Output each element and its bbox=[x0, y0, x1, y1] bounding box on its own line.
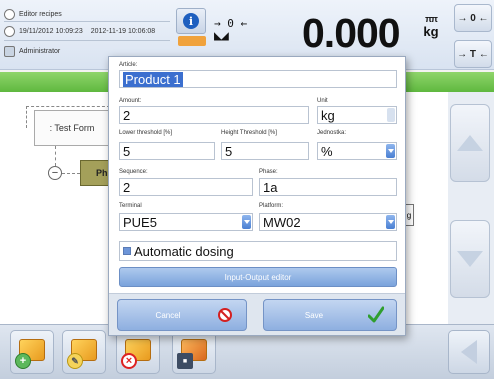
height-threshold-input[interactable]: 5 bbox=[221, 142, 309, 160]
input-output-editor-button[interactable]: Input-Output editor bbox=[119, 267, 397, 287]
weight-value: 0.000 bbox=[302, 10, 401, 56]
unit-value: kg bbox=[321, 107, 335, 123]
sequence-input[interactable]: 2 bbox=[119, 178, 253, 196]
status-tab bbox=[178, 36, 206, 46]
save-item-button[interactable]: ■ bbox=[172, 330, 216, 374]
recipes-row: Editor recipes bbox=[4, 6, 172, 22]
save-label: Save bbox=[304, 310, 324, 320]
chevron-down-icon bbox=[386, 144, 395, 158]
platform-select[interactable]: MW02 bbox=[259, 213, 397, 231]
tree-connector bbox=[62, 173, 80, 174]
lower-threshold-label: Lower threshold [%] bbox=[119, 130, 173, 136]
tree-root-node[interactable]: : Test Form bbox=[34, 110, 110, 146]
back-button[interactable] bbox=[448, 330, 490, 374]
sequence-label: Sequence: bbox=[119, 169, 148, 175]
stable-icon: → 0 ← ◣◢ bbox=[214, 18, 254, 46]
date-end: 2012-11-19 10:06:08 bbox=[90, 27, 156, 35]
automatic-dosing-checkbox[interactable]: Automatic dosing bbox=[119, 241, 397, 261]
amount-label: Amount: bbox=[119, 98, 142, 104]
add-item-button[interactable]: + bbox=[10, 330, 54, 374]
jednostka-label: Jednostka: bbox=[317, 130, 347, 136]
stable-marker: ◣◢ bbox=[214, 28, 229, 44]
chevron-down-icon bbox=[242, 215, 251, 229]
unit-display: ππ kg bbox=[420, 14, 442, 44]
terminal-value: PUE5 bbox=[123, 214, 157, 230]
amount-input[interactable]: 2 bbox=[119, 106, 309, 124]
unit-input[interactable]: kg bbox=[317, 106, 397, 124]
arrow-down-icon bbox=[457, 251, 483, 267]
tree-connector bbox=[26, 106, 27, 128]
phase-label: Phase: bbox=[259, 169, 278, 175]
automatic-dosing-label: Automatic dosing bbox=[134, 243, 234, 259]
edit-dosing-dialog: Article: Product 1 Amount: 2 Unit kg Low… bbox=[108, 56, 406, 336]
cancel-label: Cancel bbox=[155, 310, 181, 320]
jednostka-value: % bbox=[321, 143, 333, 159]
article-value: Product 1 bbox=[123, 71, 183, 87]
article-input[interactable]: Product 1 bbox=[119, 70, 397, 88]
edit-item-icon: ✎ bbox=[67, 353, 83, 369]
scroll-up-button[interactable] bbox=[450, 104, 490, 182]
delete-item-icon: × bbox=[121, 353, 137, 369]
tare-button[interactable]: → T ← bbox=[454, 40, 492, 68]
platform-value: MW02 bbox=[263, 214, 301, 230]
save-button[interactable]: Save bbox=[263, 299, 397, 331]
phase-input[interactable]: 1a bbox=[259, 178, 397, 196]
back-arrow-icon bbox=[461, 340, 477, 364]
info-button[interactable]: i bbox=[176, 8, 206, 34]
chevron-down-icon bbox=[386, 215, 395, 229]
user-name: Administrator bbox=[19, 47, 61, 55]
article-label: Article: bbox=[119, 62, 138, 68]
date-start: 19/11/2012 10:09:23 bbox=[19, 27, 83, 35]
arrow-up-icon bbox=[457, 135, 483, 151]
cancel-button[interactable]: Cancel bbox=[117, 299, 247, 331]
divider bbox=[4, 21, 170, 22]
jednostka-select[interactable]: % bbox=[317, 142, 397, 160]
unit-scroll-indicator bbox=[387, 108, 395, 122]
unit-label: kg bbox=[423, 24, 439, 39]
user-icon bbox=[4, 45, 15, 57]
lower-threshold-input[interactable]: 5 bbox=[119, 142, 215, 160]
screen: Editor recipes 19/11/2012 10:09:23 2012-… bbox=[0, 0, 494, 379]
tree-connector bbox=[26, 106, 110, 107]
collapse-icon[interactable]: − bbox=[48, 166, 62, 180]
save-item-icon: ■ bbox=[177, 353, 193, 369]
info-icon: i bbox=[183, 13, 199, 29]
add-item-icon: + bbox=[15, 353, 31, 369]
zero-button[interactable]: → 0 ← bbox=[454, 4, 492, 32]
terminal-select[interactable]: PUE5 bbox=[119, 213, 253, 231]
recipes-label: Editor recipes bbox=[19, 10, 62, 18]
tree-connector bbox=[55, 146, 56, 166]
check-icon bbox=[368, 306, 384, 323]
clock-icon bbox=[4, 25, 15, 37]
scroll-down-button[interactable] bbox=[450, 220, 490, 298]
checkbox-icon bbox=[123, 247, 131, 255]
platform-label: Platform: bbox=[259, 203, 284, 209]
recipe-icon bbox=[4, 8, 15, 20]
edit-item-button[interactable]: ✎ bbox=[62, 330, 106, 374]
divider bbox=[4, 40, 170, 41]
delete-item-button[interactable]: × bbox=[116, 330, 160, 374]
unit-label: Unit bbox=[317, 98, 328, 104]
dates-row: 19/11/2012 10:09:23 2012-11-19 10:06:08 bbox=[4, 23, 172, 39]
cancel-icon bbox=[218, 308, 232, 322]
unit-precision-icon: ππ bbox=[425, 14, 438, 24]
terminal-label: Terminal bbox=[119, 203, 142, 209]
height-threshold-label: Height Threshold [%] bbox=[221, 130, 277, 136]
